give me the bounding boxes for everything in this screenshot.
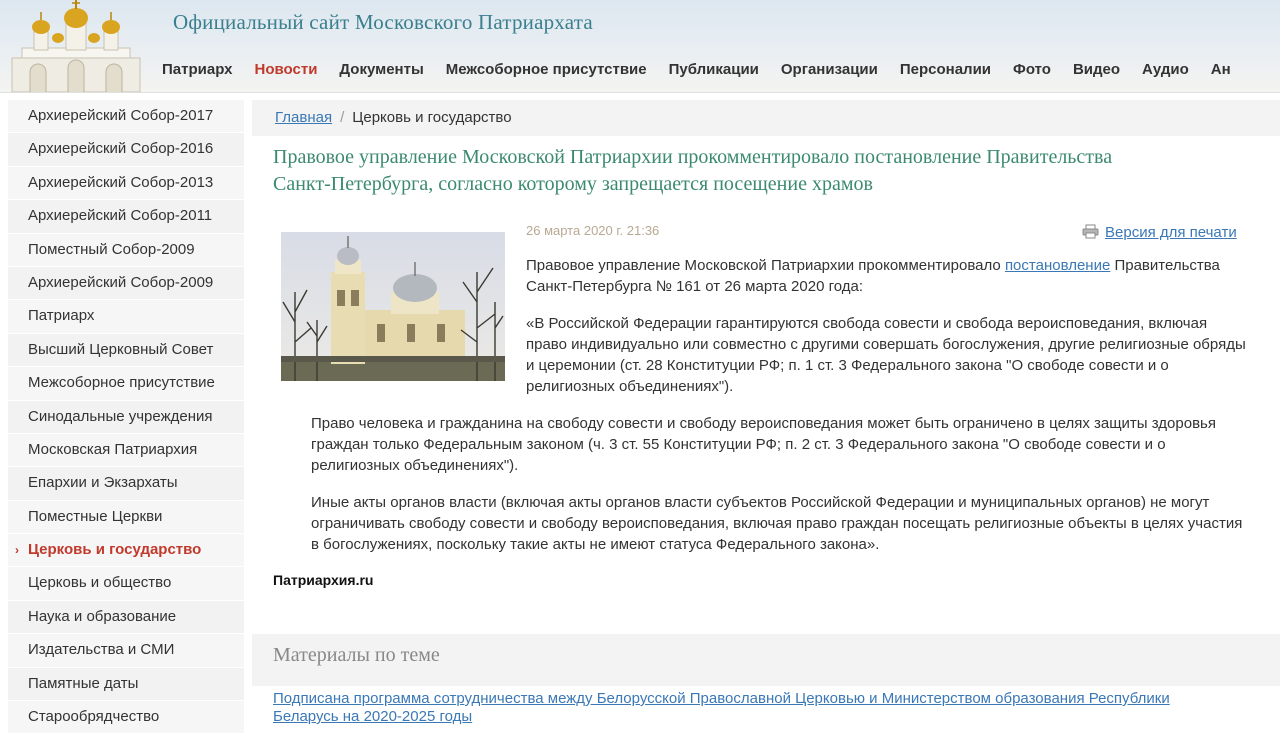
related-link-0[interactable]: Подписана программа сотрудничества между… — [273, 690, 1233, 726]
sidebar-item-14[interactable]: Церковь и общество — [8, 567, 244, 601]
sidebar-item-10[interactable]: Московская Патриархия — [8, 433, 244, 468]
nav-item-1[interactable]: Новости — [244, 58, 329, 84]
sidebar-item-7[interactable]: Высший Церковный Совет — [8, 333, 244, 368]
sidebar-item-17[interactable]: Памятные даты — [8, 667, 244, 702]
sidebar-item-1[interactable]: Архиерейский Собор-2016 — [8, 133, 244, 167]
main-navigation: Патриарх Новости Документы Межсоборное прис… — [151, 58, 1242, 84]
sidebar-item-11[interactable]: Епархии и Экзархаты — [8, 467, 244, 501]
nav-item-4[interactable]: Публикации — [658, 58, 770, 84]
intro-text-before: Правовое управление Московской Патриархи… — [526, 257, 1005, 274]
article-date: 26 марта 2020 г. 21:36 — [526, 223, 660, 238]
article-paragraph-intro: Правовое управление Московской Патриархи… — [526, 255, 1246, 297]
site-header: Официальный сайт Московского Патриархата… — [0, 0, 1280, 93]
sidebar-item-label: Архиерейский Собор-2011 — [28, 207, 213, 225]
nav-item-7[interactable]: Фото — [1002, 58, 1062, 84]
breadcrumb: Главная / Церковь и государство — [252, 100, 1280, 136]
sidebar-item-label: Церковь и государство — [28, 541, 202, 559]
print-version-link[interactable]: Версия для печати — [1082, 224, 1237, 243]
sidebar-item-2[interactable]: Архиерейский Собор-2013 — [8, 166, 244, 201]
nav-item-0[interactable]: Патриарх — [151, 58, 244, 84]
sidebar-item-label: Поместный Собор-2009 — [28, 240, 195, 258]
sidebar-item-label: Архиерейский Собор-2017 — [28, 107, 214, 124]
printer-icon — [1082, 224, 1099, 243]
site-title[interactable]: Официальный сайт Московского Патриархата — [173, 10, 593, 35]
breadcrumb-home-link[interactable]: Главная — [275, 109, 332, 126]
sidebar-item-8[interactable]: Межсоборное присутствие — [8, 367, 244, 401]
resolution-link[interactable]: постановление — [1005, 257, 1110, 274]
article-paragraph-quote-3: Иные акты органов власти (включая акты о… — [311, 494, 1243, 553]
sidebar-item-15[interactable]: Наука и образование — [8, 600, 244, 635]
breadcrumb-separator: / — [340, 109, 345, 126]
sidebar-item-0[interactable]: Архиерейский Собор-2017 — [8, 100, 244, 134]
related-materials-title: Материалы по теме — [273, 644, 440, 666]
cathedral-logo-icon[interactable] — [8, 0, 144, 92]
sidebar-item-label: Епархии и Экзархаты — [28, 474, 178, 492]
sidebar-item-label: Высший Церковный Совет — [28, 340, 214, 358]
sidebar-item-18[interactable]: Старообрядчество — [8, 701, 244, 734]
sidebar-item-label: Московская Патриархия — [28, 440, 198, 458]
sidebar-item-label: Издательства и СМИ — [28, 641, 175, 659]
sidebar-item-label: Синодальные учреждения — [28, 407, 213, 425]
chevron-right-icon: › — [15, 543, 19, 558]
nav-item-9[interactable]: Аудио — [1131, 58, 1200, 84]
article-photo — [281, 232, 505, 381]
sidebar-item-label: Межсоборное присутствие — [28, 374, 215, 392]
sidebar-item-label: Памятные даты — [28, 674, 139, 692]
sidebar-item-label: Церковь и общество — [28, 574, 172, 592]
sidebar-item-3[interactable]: Архиерейский Собор-2011 — [8, 200, 244, 234]
article-paragraph-quote-1: «В Российской Федерации гарантируются св… — [526, 315, 1246, 395]
sidebar-item-16[interactable]: Издательства и СМИ — [8, 634, 244, 668]
sidebar-item-label: Архиерейский Собор-2013 — [28, 173, 214, 191]
sidebar-item-5[interactable]: Архиерейский Собор-2009 — [8, 266, 244, 301]
sidebar-item-label: Старообрядчество — [28, 708, 160, 726]
nav-item-5[interactable]: Организации — [770, 58, 889, 84]
print-version-label[interactable]: Версия для печати — [1105, 224, 1237, 241]
sidebar-item-9[interactable]: Синодальные учреждения — [8, 400, 244, 434]
sidebar-item-13[interactable]: › Церковь и государство — [8, 534, 244, 568]
breadcrumb-current: Церковь и государство — [352, 109, 512, 126]
sidebar-item-4[interactable]: Поместный Собор-2009 — [8, 233, 244, 267]
nav-item-2[interactable]: Документы — [328, 58, 434, 84]
article-title: Правовое управление Московской Патриархи… — [273, 146, 1113, 195]
sidebar-item-12[interactable]: Поместные Церкви — [8, 500, 244, 535]
sidebar-item-label: Архиерейский Собор-2009 — [28, 273, 214, 291]
main-content: Главная / Церковь и государство Правовое у… — [252, 100, 1280, 725]
sidebar-item-label: Архиерейский Собор-2016 — [28, 140, 214, 158]
nav-item-6[interactable]: Персоналии — [889, 58, 1002, 84]
sidebar-item-label: Патриарх — [28, 307, 95, 325]
sidebar-menu: Архиерейский Собор-2017 Архиерейский Собо… — [8, 100, 244, 734]
sidebar-item-label: Поместные Церкви — [28, 507, 163, 525]
sidebar-item-label: Наука и образование — [28, 607, 177, 625]
nav-item-10[interactable]: Ан — [1200, 58, 1242, 84]
sidebar-item-6[interactable]: Патриарх — [8, 300, 244, 334]
nav-item-3[interactable]: Межсоборное присутствие — [435, 58, 658, 84]
article-source: Патриархия.ru — [273, 572, 374, 588]
nav-item-8[interactable]: Видео — [1062, 58, 1131, 84]
article-paragraph-quote-2: Право человека и гражданина на свободу с… — [311, 415, 1216, 474]
